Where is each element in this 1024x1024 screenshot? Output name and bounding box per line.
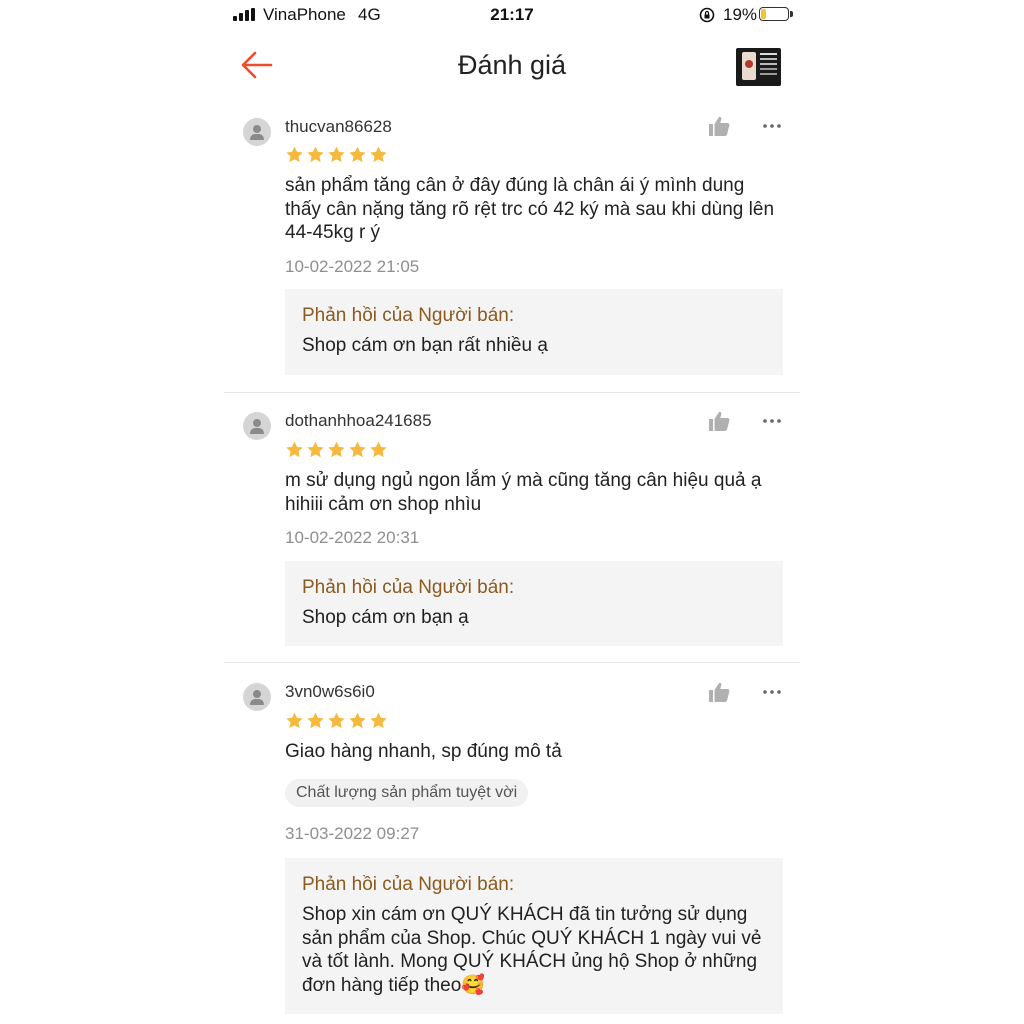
avatar[interactable] [243,412,271,440]
seller-reply-title: Phản hồi của Người bán: [302,577,515,598]
star-rating [285,145,390,165]
star-icon [349,441,366,458]
star-icon [349,712,366,729]
review-username[interactable]: dothanhhoa241685 [285,411,432,431]
review-date: 31-03-2022 09:27 [285,824,420,843]
more-options-icon[interactable] [761,410,783,432]
star-icon [286,441,303,458]
review-text: sản phẩm tăng cân ở đây đúng là chân ái … [285,175,775,243]
seller-reply: Phản hồi của Người bán: Shop cám ơn bạn … [285,289,783,375]
page-title: Đánh giá [457,50,567,80]
star-icon [370,712,387,729]
star-icon [307,712,324,729]
divider [224,662,800,663]
star-icon [286,712,303,729]
rotation-lock-icon [699,7,715,23]
avatar[interactable] [243,118,271,146]
seller-reply-text: Shop xin cám ơn QUÝ KHÁCH đã tin tưởng s… [302,904,762,996]
seller-reply-text: Shop cám ơn bạn rất nhiều ạ [302,335,548,356]
star-rating [285,711,390,731]
battery-icon [759,7,793,21]
header: Đánh giá [224,36,800,98]
seller-reply-title: Phản hồi của Người bán: [302,874,515,895]
star-icon [328,712,345,729]
seller-reply-title: Phản hồi của Người bán: [302,305,515,326]
product-thumbnail[interactable] [736,48,781,86]
avatar[interactable] [243,683,271,711]
review-date: 10-02-2022 21:05 [285,257,420,276]
star-icon [370,441,387,458]
seller-reply: Phản hồi của Người bán: Shop xin cám ơn … [285,858,783,1014]
review-text: m sử dụng ngủ ngon lắm ý mà cũng tăng câ… [285,470,762,515]
review-text: Giao hàng nhanh, sp đúng mô tả [285,741,562,762]
star-icon [307,441,324,458]
seller-reply-text: Shop cám ơn bạn ạ [302,607,469,628]
star-icon [307,146,324,163]
more-options-icon[interactable] [761,681,783,703]
thumbs-up-icon[interactable] [708,410,730,432]
thumbs-up-icon[interactable] [708,115,730,137]
battery-level [761,9,766,19]
review-username[interactable]: thucvan86628 [285,117,392,137]
review-date: 10-02-2022 20:31 [285,528,420,547]
review-username[interactable]: 3vn0w6s6i0 [285,682,375,702]
review-tag: Chất lượng sản phẩm tuyệt vời [285,779,529,807]
screen: VinaPhone 4G 21:17 19% Đánh giá thucvan8… [224,0,800,1024]
star-icon [349,146,366,163]
divider [224,392,800,393]
seller-reply: Phản hồi của Người bán: Shop cám ơn bạn … [285,561,783,646]
thumbs-up-icon[interactable] [708,681,730,703]
star-rating [285,440,390,460]
status-bar: VinaPhone 4G 21:17 19% [224,0,800,30]
star-icon [286,146,303,163]
star-icon [328,146,345,163]
battery-percent: 19% [723,5,758,24]
more-options-icon[interactable] [761,115,783,137]
star-icon [370,146,387,163]
star-icon [328,441,345,458]
